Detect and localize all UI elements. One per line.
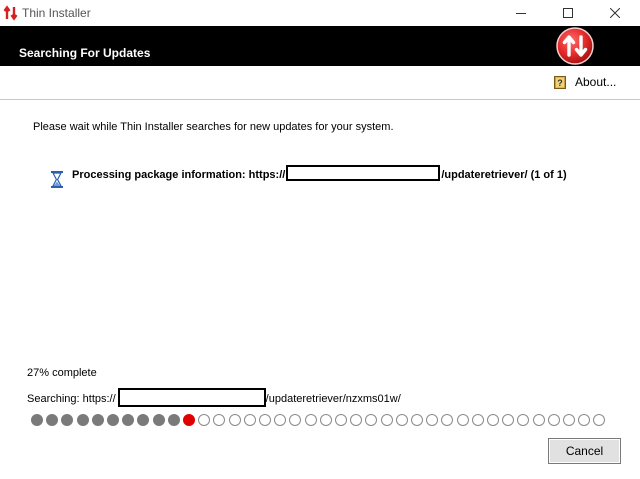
about-bar: ? About... [0, 66, 640, 100]
about-label: About... [575, 75, 617, 89]
progress-dot-pending [380, 414, 393, 426]
progress-dot-pending [395, 414, 408, 426]
progress-dot-done [107, 414, 119, 426]
progress-dot-pending [456, 414, 469, 426]
progress-dot-done [46, 414, 59, 426]
progress-dot-pending [259, 414, 271, 426]
progress-dot-done [122, 414, 135, 426]
progress-dot-pending [578, 414, 591, 426]
progress-dot-pending [335, 414, 347, 426]
banner-title: Searching For Updates [19, 46, 151, 60]
searching-prefix: Searching: https:// [27, 393, 116, 405]
progress-dot-pending [563, 414, 575, 426]
progress-dot-pending [411, 414, 423, 426]
cancel-button[interactable]: Cancel [548, 438, 621, 464]
progress-dot-pending [350, 414, 363, 426]
progress-dot-pending [228, 414, 241, 426]
progress-dot-pending [198, 414, 211, 426]
progress-dot-pending [532, 414, 545, 426]
minimize-button[interactable] [498, 0, 544, 26]
progress-dot-done [31, 414, 43, 426]
progress-dot-pending [304, 414, 317, 426]
svg-text:?: ? [557, 78, 563, 88]
progress-dot-pending [502, 414, 515, 426]
progress-dot-pending [213, 414, 226, 426]
progress-dot-pending [319, 414, 332, 426]
progress-dot-pending [441, 414, 454, 426]
update-logo-icon [556, 27, 594, 65]
progress-dot-pending [426, 414, 439, 426]
app-logo-icon [3, 5, 18, 21]
progress-dot-pending [274, 414, 287, 426]
progress-dot-pending [547, 414, 560, 426]
progress-dot-pending [471, 414, 484, 426]
header-banner: Searching For Updates [0, 26, 640, 66]
close-icon [610, 8, 620, 18]
processing-prefix: Processing package information: https:// [72, 169, 286, 181]
maximize-button[interactable] [545, 0, 591, 26]
close-button[interactable] [592, 0, 638, 26]
progress-dot-done [152, 414, 165, 426]
hourglass-icon [51, 171, 63, 188]
maximize-icon [563, 8, 573, 18]
processing-suffix: /updateretriever/ (1 of 1) [441, 169, 567, 181]
window-title: Thin Installer [22, 6, 91, 20]
title-bar: Thin Installer [0, 0, 640, 26]
progress-dot-done [61, 414, 74, 426]
processing-status: Processing package information: https://… [72, 165, 598, 183]
searching-suffix: /updateretriever/nzxms01w/ [265, 393, 401, 405]
progress-dot-pending [487, 414, 499, 426]
progress-percent: 27% complete [27, 367, 97, 379]
progress-dot-pending [593, 414, 606, 426]
wait-message: Please wait while Thin Installer searche… [33, 121, 394, 133]
progress-dot-done [137, 414, 150, 426]
progress-dot-done [76, 414, 89, 426]
searching-status: Searching: https:// /updateretriever/nzxm… [27, 388, 401, 407]
minimize-icon [516, 13, 526, 14]
redacted-host [286, 165, 441, 181]
progress-dot-done [91, 414, 104, 426]
progress-dot-active [183, 414, 195, 426]
about-link[interactable]: ? About... [554, 75, 616, 89]
progress-dot-pending [517, 414, 530, 426]
progress-dot-pending [243, 414, 256, 426]
progress-dot-done [167, 414, 180, 426]
help-book-icon: ? [554, 75, 566, 89]
redacted-host [117, 388, 266, 407]
progress-dot-pending [289, 414, 302, 426]
progress-dot-pending [365, 414, 378, 426]
